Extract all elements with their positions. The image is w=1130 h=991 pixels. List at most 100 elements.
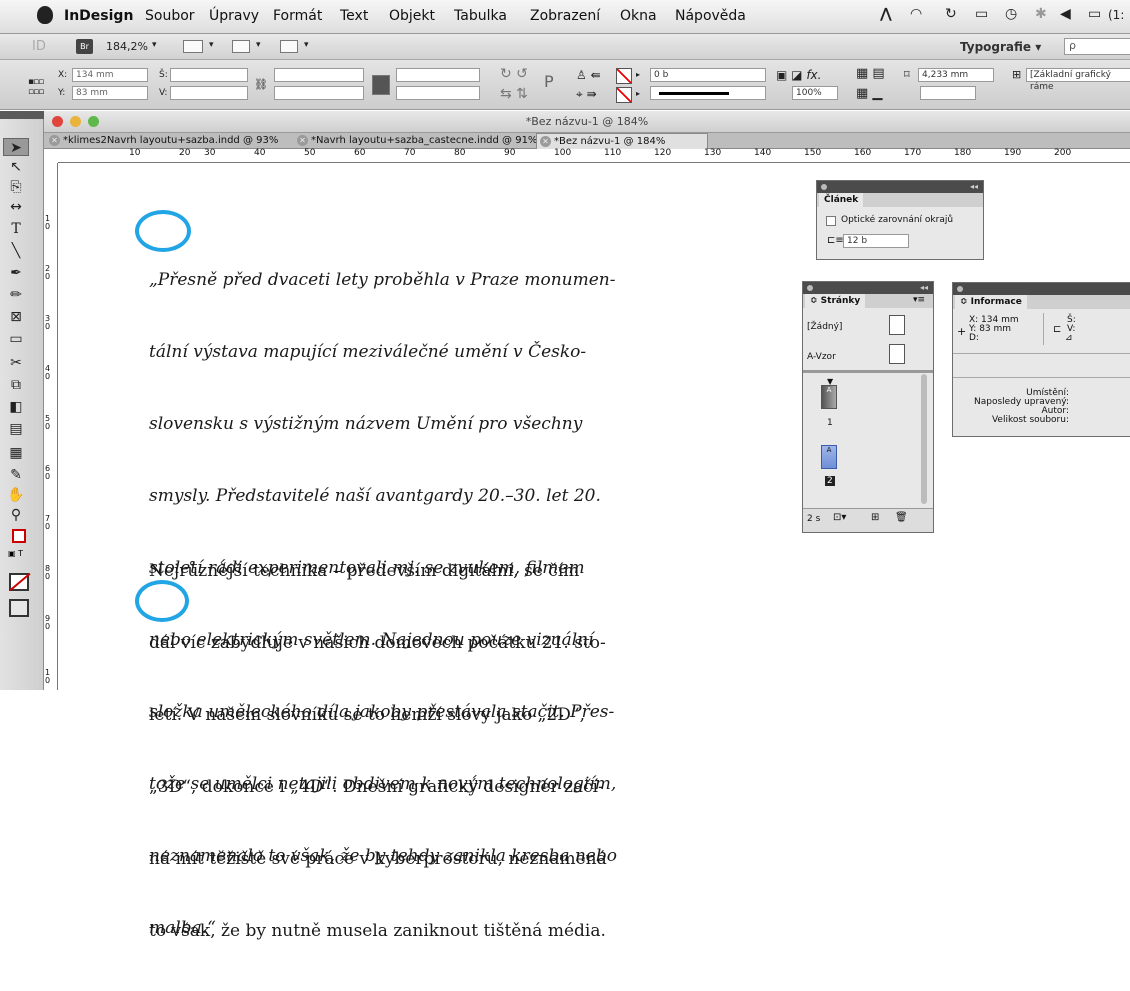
panel-divider[interactable] [803, 370, 933, 373]
close-panel-icon[interactable] [807, 285, 813, 291]
gradient-feather-tool-icon[interactable]: ▤ [3, 420, 29, 438]
align-icons[interactable]: ▦ ▁ [856, 86, 882, 101]
battery-icon[interactable]: ▭ [1088, 6, 1101, 22]
delete-page-icon[interactable]: 🗑 [895, 512, 908, 523]
y-field[interactable]: 83 mm [72, 86, 148, 100]
search-input[interactable]: ρ [1064, 38, 1130, 55]
new-page-icon[interactable]: ⊞ [871, 512, 879, 523]
none-master-label[interactable]: [Žádný] [807, 322, 842, 332]
apply-none-icon[interactable] [9, 572, 31, 592]
gap-tool-icon[interactable]: ↔ [3, 198, 29, 216]
arrange-chevron-icon[interactable]: ▾ [304, 40, 309, 50]
direct-selection-tool-icon[interactable]: ↖ [3, 158, 29, 176]
tab-stranky[interactable]: ≎ Stránky [805, 294, 866, 308]
adobe-icon[interactable]: ⋀ [880, 6, 892, 22]
menu-okna[interactable]: Okna [620, 8, 657, 24]
zoom-tool-icon[interactable]: ⚲ [3, 506, 29, 524]
tab-clanek[interactable]: Článek [819, 193, 864, 207]
close-panel-icon[interactable] [821, 184, 827, 190]
close-panel-icon[interactable] [957, 286, 963, 292]
timemachine-icon[interactable]: ◷ [1005, 6, 1017, 22]
close-tab-icon[interactable]: ✕ [49, 135, 60, 146]
close-tab-icon[interactable]: ✕ [540, 136, 551, 147]
scissors-tool-icon[interactable]: ✂ [3, 354, 29, 372]
gradient-tool-icon[interactable]: ◧ [3, 398, 29, 416]
zoom-chevron-icon[interactable]: ▾ [152, 40, 157, 50]
width-field[interactable] [170, 68, 248, 82]
height-field[interactable] [170, 86, 248, 100]
sync-icon[interactable]: ↻ [945, 6, 957, 22]
scale-y-field[interactable] [274, 86, 364, 100]
selection-tool-icon[interactable]: ➤ [3, 138, 29, 156]
corner-icon[interactable]: ⌑ [904, 68, 910, 81]
close-tab-icon[interactable]: ✕ [297, 135, 308, 146]
document-canvas[interactable]: „Přesně před dvaceti lety proběhla v Pra… [59, 164, 1130, 941]
select-container-icon[interactable]: ♙ ⇚ [576, 68, 601, 82]
panel-menu-icon[interactable]: ▾≡ [913, 295, 925, 305]
menu-napoveda[interactable]: Nápověda [675, 8, 746, 24]
display-icon[interactable]: ▭ [975, 6, 988, 22]
menu-objekt[interactable]: Objekt [389, 8, 435, 24]
rectangle-tool-icon[interactable]: ▭ [3, 330, 29, 348]
pencil-tool-icon[interactable]: ✏ [3, 286, 29, 304]
hand-tool-icon[interactable]: ✋ [3, 486, 29, 504]
object-style-select[interactable]: [Základní grafický ráme [1026, 68, 1130, 92]
rotate-field[interactable] [396, 68, 480, 82]
view-options-icon[interactable] [183, 40, 203, 53]
stroke-swatch[interactable] [616, 87, 632, 103]
menu-tabulka[interactable]: Tabulka [454, 8, 507, 24]
master-a-thumb[interactable] [889, 344, 905, 364]
wifi-icon[interactable]: ◠ [910, 6, 922, 22]
menu-format[interactable]: Formát [273, 8, 322, 24]
opacity-field[interactable]: 100% [792, 86, 838, 100]
bridge-button[interactable]: Br [76, 39, 93, 54]
page-size-icon[interactable]: ⊡▾ [833, 512, 846, 523]
page-2-thumb[interactable]: A [821, 445, 837, 469]
pages-scrollbar[interactable] [921, 374, 927, 504]
proportion-lock-icon[interactable] [372, 75, 390, 95]
shear-field[interactable] [396, 86, 480, 100]
constrain-icon[interactable]: ⛓ [254, 78, 268, 91]
tab-bez-nazvu[interactable]: ✕ *Bez názvu-1 @ 184% [536, 133, 708, 149]
bluetooth-icon[interactable]: ✱ [1035, 6, 1047, 22]
note-tool-icon[interactable]: ▦ [3, 444, 29, 462]
menu-upravy[interactable]: Úpravy [209, 8, 259, 24]
free-transform-tool-icon[interactable]: ⧉ [3, 376, 29, 394]
rectangle-frame-tool-icon[interactable]: ⊠ [3, 308, 29, 326]
master-a-label[interactable]: A-Vzor [807, 352, 836, 362]
panel-header[interactable]: ◂◂ [803, 282, 933, 294]
stroke-weight-field[interactable]: 0 b [650, 68, 766, 82]
screen-mode-icon[interactable] [9, 599, 29, 617]
optical-margin-checkbox[interactable] [826, 216, 836, 226]
menu-text[interactable]: Text [340, 8, 368, 24]
workspace-select[interactable]: Typografie ▾ [960, 40, 1041, 54]
scale-x-field[interactable] [274, 68, 364, 82]
screen-mode-icon[interactable] [232, 40, 250, 53]
type-tool-icon[interactable]: T [3, 220, 29, 238]
panel-header[interactable] [953, 283, 1130, 295]
page-tool-icon[interactable]: ⎘ [3, 178, 29, 196]
apple-icon[interactable] [37, 6, 53, 24]
collapse-icon[interactable]: ◂◂ [920, 282, 928, 293]
horizontal-ruler[interactable]: 10 20 30 40 50 60 70 80 90 100 110 120 1… [58, 148, 1130, 163]
corner-shape-select[interactable] [920, 86, 976, 100]
x-field[interactable]: 134 mm [72, 68, 148, 82]
view-chevron-icon[interactable]: ▾ [209, 40, 214, 50]
collapse-icon[interactable]: ◂◂ [970, 181, 978, 192]
screen-chevron-icon[interactable]: ▾ [256, 40, 261, 50]
flip-icon[interactable]: ⇆ ⇅ [500, 86, 528, 102]
pen-tool-icon[interactable]: ✒ [3, 264, 29, 282]
dimension-field[interactable]: 4,233 mm [918, 68, 994, 82]
fill-stroke-icon[interactable] [12, 529, 26, 543]
page-1-thumb[interactable]: A [821, 385, 837, 409]
stroke-type-select[interactable] [650, 86, 766, 100]
reference-point-icon[interactable]: ▪▫▫ ▫▫▫ [28, 77, 44, 97]
volume-icon[interactable]: ◀ [1060, 6, 1071, 22]
rotate-icon[interactable]: ↻ ↺ [500, 66, 528, 82]
menu-soubor[interactable]: Soubor [145, 8, 195, 24]
fill-arrow-icon[interactable]: ▸ [636, 70, 640, 79]
frame-fit-icon[interactable]: ⊞ [1012, 68, 1021, 81]
select-content-icon[interactable]: ⌖ ⇛ [576, 87, 597, 102]
fill-swatch[interactable] [616, 68, 632, 84]
tab-informace[interactable]: ≎ Informace [955, 295, 1027, 309]
